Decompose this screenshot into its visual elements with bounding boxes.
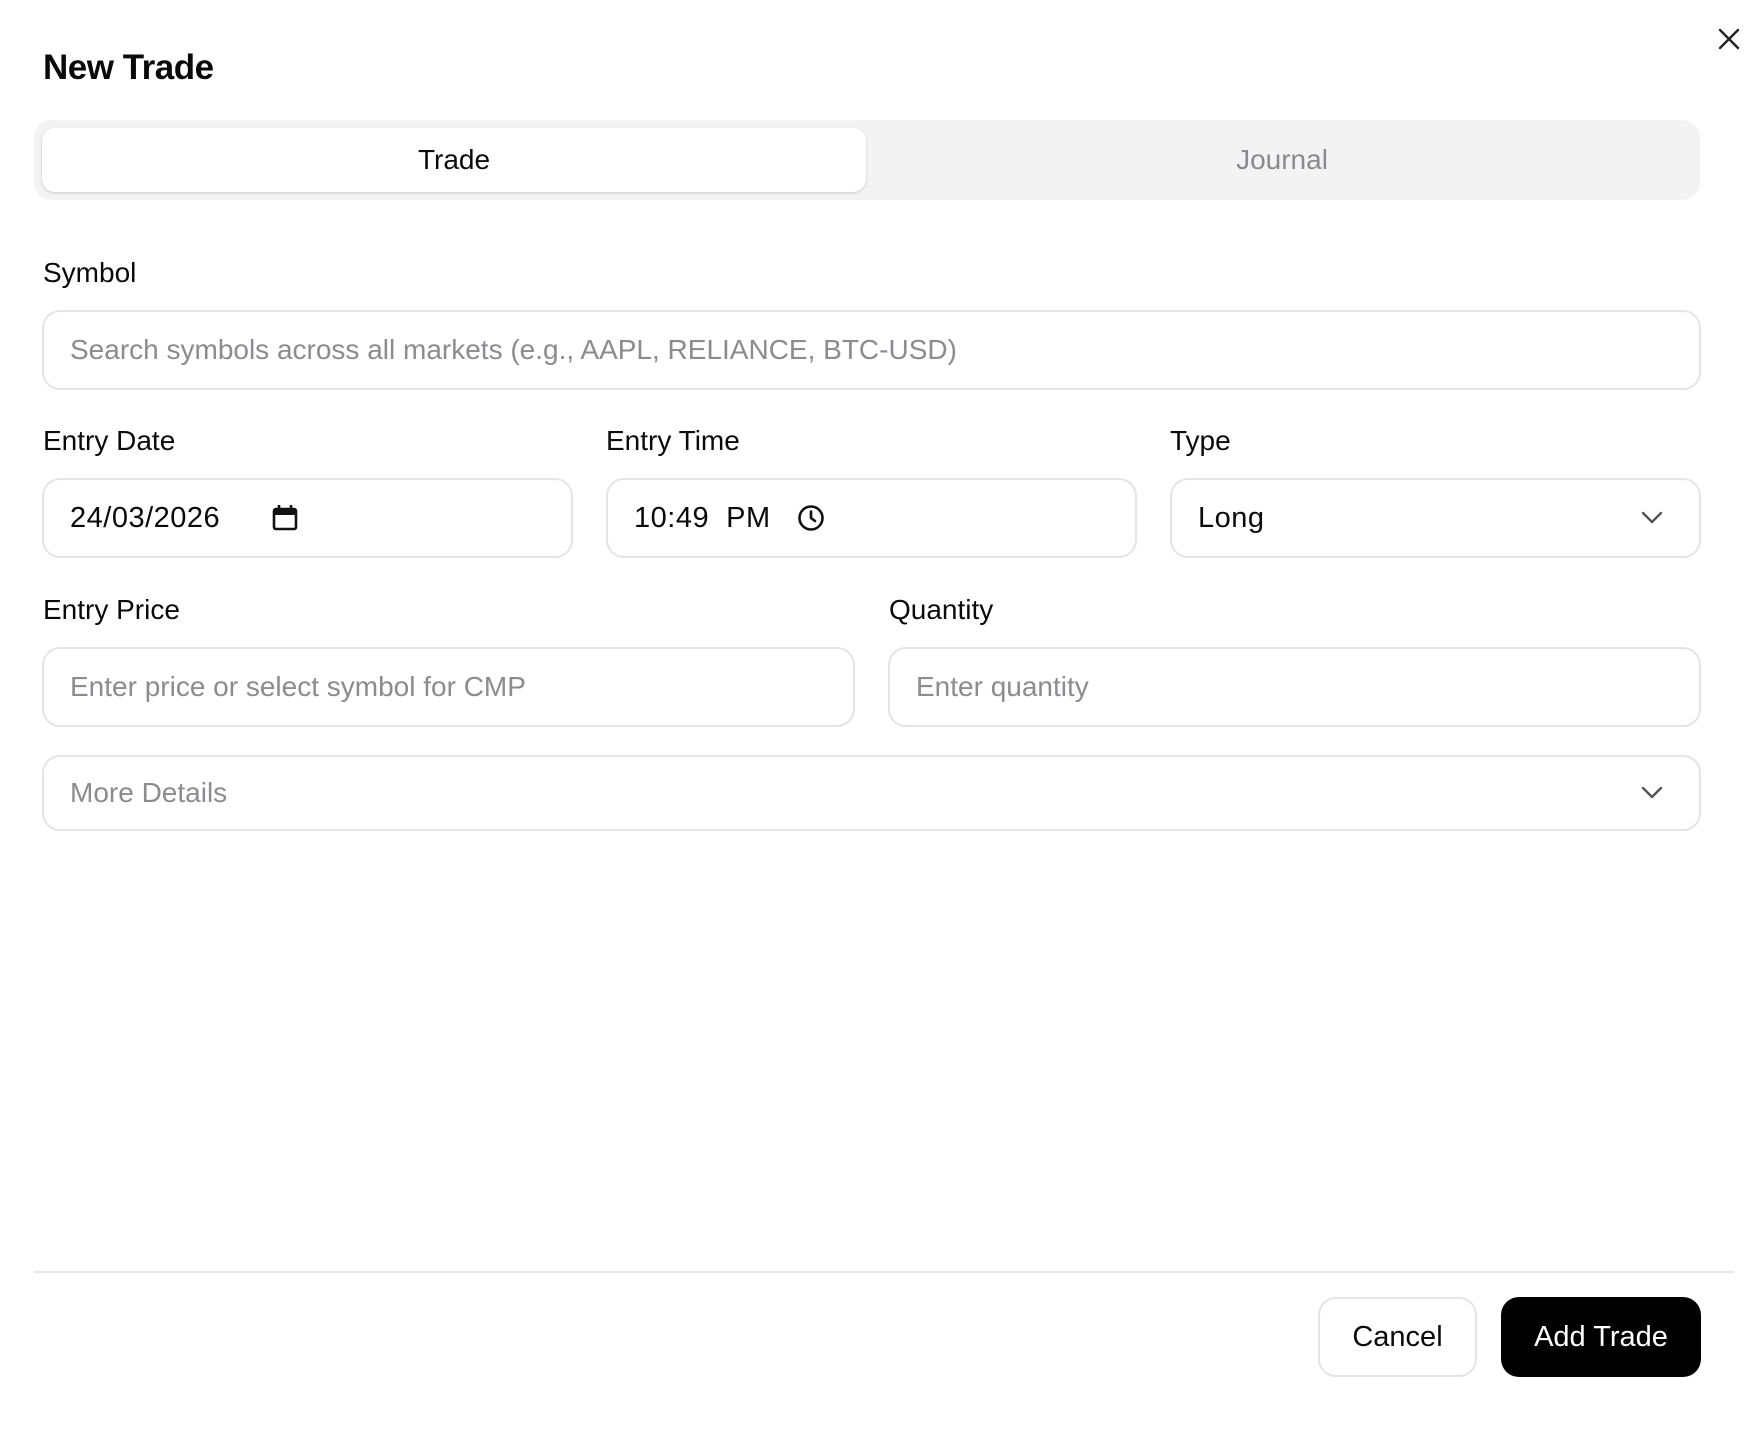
more-details-toggle[interactable]: More Details bbox=[42, 755, 1701, 831]
symbol-field bbox=[42, 310, 1701, 390]
quantity-field bbox=[888, 647, 1701, 727]
close-icon bbox=[1718, 28, 1740, 50]
entry-price-label: Entry Price bbox=[43, 594, 180, 625]
entry-date-label: Entry Date bbox=[43, 425, 176, 456]
type-select[interactable]: Long bbox=[1170, 478, 1701, 558]
entry-time-label: Entry Time bbox=[606, 425, 740, 456]
clock-icon[interactable] bbox=[797, 504, 825, 532]
quantity-label: Quantity bbox=[889, 594, 994, 625]
entry-time-value: 10:49 PM bbox=[634, 501, 771, 534]
new-trade-dialog: New Trade Trade Journal Symbol Entry Dat… bbox=[0, 0, 1764, 1432]
footer-divider bbox=[34, 1271, 1734, 1273]
more-details-label: More Details bbox=[70, 777, 228, 808]
entry-price-field bbox=[42, 647, 855, 727]
add-trade-button[interactable]: Add Trade bbox=[1501, 1297, 1701, 1377]
type-selected-value: Long bbox=[1198, 501, 1265, 534]
entry-price-input[interactable] bbox=[70, 671, 853, 703]
close-button[interactable] bbox=[1714, 24, 1744, 54]
tab-trade[interactable]: Trade bbox=[42, 128, 866, 192]
quantity-input[interactable] bbox=[916, 671, 1699, 703]
symbol-search-input[interactable] bbox=[70, 334, 1699, 366]
dialog-title: New Trade bbox=[43, 48, 214, 87]
tab-list: Trade Journal bbox=[34, 120, 1700, 200]
entry-time-field[interactable]: 10:49 PM bbox=[606, 478, 1137, 558]
tab-journal[interactable]: Journal bbox=[872, 128, 1692, 192]
chevron-down-icon bbox=[1641, 511, 1663, 525]
calendar-icon[interactable] bbox=[272, 504, 298, 532]
chevron-down-icon bbox=[1641, 786, 1663, 800]
entry-date-value: 24/03/2026 bbox=[70, 501, 221, 534]
entry-date-field[interactable]: 24/03/2026 bbox=[42, 478, 573, 558]
symbol-label: Symbol bbox=[43, 257, 137, 288]
cancel-button[interactable]: Cancel bbox=[1318, 1297, 1477, 1377]
type-label: Type bbox=[1170, 425, 1231, 456]
